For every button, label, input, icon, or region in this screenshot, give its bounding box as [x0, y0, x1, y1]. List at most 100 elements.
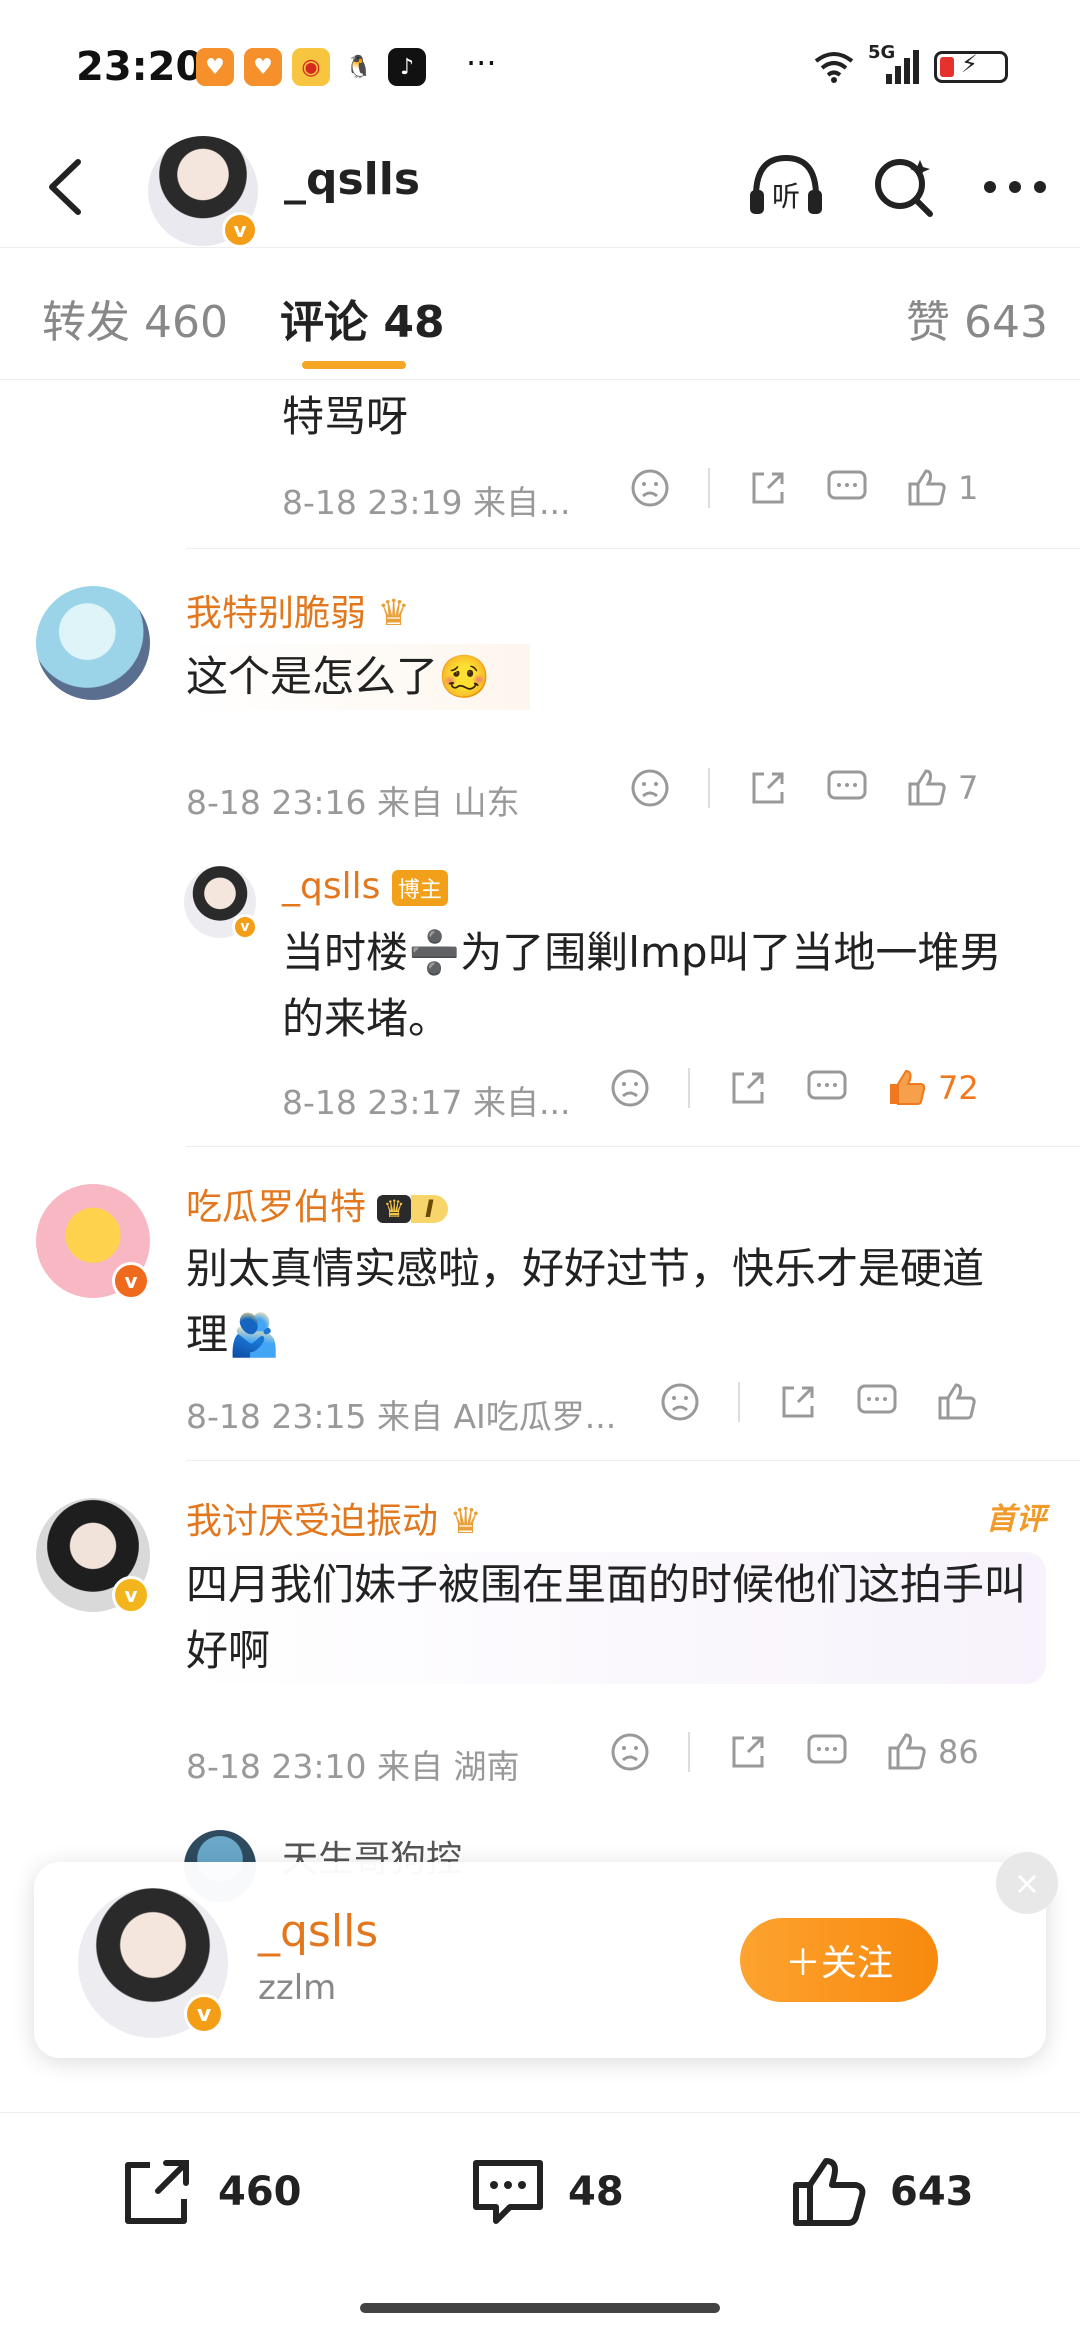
reply-item: 当时楼➗为了围剿lmp叫了当地一堆男的来堵。 8-18 23:17 来自... …: [0, 920, 1080, 1140]
share-icon: [732, 1072, 764, 1104]
search-icon[interactable]: [870, 154, 936, 220]
repost-button[interactable]: [778, 1382, 818, 1422]
follow-card-name[interactable]: _qslls: [258, 1906, 378, 1957]
heart-app-icon: ♥: [244, 48, 282, 86]
back-icon[interactable]: [38, 152, 98, 222]
crown-icon: ♛: [449, 1501, 482, 1542]
thumbs-up-icon: [908, 769, 946, 806]
verified-badge-icon: v: [184, 1994, 224, 2034]
follow-button[interactable]: ＋关注: [740, 1918, 938, 2002]
comment-text: 特骂呀: [282, 392, 409, 441]
comment-icon: [807, 1734, 847, 1764]
share-icon: [752, 772, 784, 804]
verified-badge-icon: v: [112, 1576, 150, 1614]
thumbs-up-icon: [888, 1733, 926, 1770]
reply-meta: 8-18 23:17 来自...: [282, 1083, 571, 1122]
sad-face-icon: [631, 769, 669, 807]
thumbs-up-icon: [793, 2158, 866, 2226]
commenter-avatar[interactable]: [36, 586, 150, 700]
system-indicators: 5G ⚡: [814, 42, 1008, 86]
bottom-repost-button[interactable]: 460: [118, 2155, 302, 2229]
active-tab-indicator: [302, 361, 406, 369]
share-icon: [782, 1386, 814, 1418]
commenter-name[interactable]: 我特别脆弱 ♛: [186, 584, 410, 636]
dislike-button[interactable]: [610, 1068, 650, 1108]
reply-button[interactable]: [826, 468, 868, 508]
reply-button[interactable]: [806, 1732, 848, 1772]
author-name[interactable]: _qslls: [284, 154, 420, 205]
thumbs-up-icon: [908, 469, 946, 506]
like-button[interactable]: 1: [906, 468, 978, 508]
wifi-icon: [814, 52, 854, 83]
bottom-comment-button[interactable]: 48: [468, 2155, 624, 2229]
repost-button[interactable]: [728, 1732, 768, 1772]
follow-card: v _qslls zzlm ＋关注 ×: [34, 1852, 1058, 2058]
listen-icon[interactable]: 听: [746, 152, 826, 222]
more-notifications-icon: ···: [466, 44, 497, 82]
comment-icon: [827, 770, 867, 800]
status-bar: 23:20 ♥ ♥ ◉ 🐧 ♪ ··· 5G ⚡: [0, 0, 1080, 130]
commenter-name[interactable]: 我讨厌受迫振动 ♛: [186, 1492, 482, 1544]
qq-icon: 🐧: [340, 48, 378, 86]
commenter-name[interactable]: 吃瓜罗伯特 ♛ I: [186, 1178, 448, 1230]
tab-likes[interactable]: 赞 643: [906, 286, 1048, 350]
comment-icon: [827, 470, 867, 500]
repost-button[interactable]: [728, 1068, 768, 1108]
reply-button[interactable]: [856, 1382, 898, 1422]
close-icon[interactable]: ×: [996, 1852, 1058, 1914]
repost-button[interactable]: [748, 468, 788, 508]
repost-button[interactable]: [748, 768, 788, 808]
verified-badge-icon: v: [112, 1262, 150, 1300]
comment-item: 我特别脆弱 ♛ 这个是怎么了🥴 8-18 23:16 来自 山东 7 v _qs…: [0, 580, 1080, 940]
dislike-button[interactable]: [660, 1382, 700, 1422]
thumbs-up-filled-icon: [890, 1069, 926, 1105]
tab-bar: 转发 460 评论 48 赞 643: [0, 250, 1080, 380]
home-indicator: [360, 2303, 720, 2313]
comment-text: 别太真情实感啦，好好过节，快乐才是硬道理🫂: [186, 1244, 985, 1359]
reply-button[interactable]: [826, 768, 868, 808]
status-time: 23:20: [76, 44, 204, 90]
comment-meta: 8-18 23:15 来自 AI吃瓜罗...: [186, 1397, 617, 1436]
like-button[interactable]: 7: [906, 768, 978, 808]
page-header: v _qslls 听: [0, 130, 1080, 248]
sad-face-icon: [661, 1383, 699, 1421]
dislike-button[interactable]: [630, 468, 670, 508]
comment-icon: [473, 2160, 543, 2224]
tab-comments[interactable]: 评论 48: [280, 286, 445, 350]
bottom-like-button[interactable]: 643: [790, 2155, 974, 2229]
verified-badge-icon: v: [222, 212, 258, 248]
bottom-action-bar: 460 48 643: [0, 2112, 1080, 2337]
tiktok-icon: ♪: [388, 48, 426, 86]
like-button-active[interactable]: 72: [886, 1068, 979, 1108]
like-button[interactable]: 86: [886, 1732, 979, 1772]
share-icon: [125, 2160, 189, 2224]
signal-icon: 5G: [868, 42, 920, 86]
reply-text: 当时楼➗为了围剿lmp叫了当地一堆男的来堵。: [282, 928, 1002, 1043]
more-icon[interactable]: [980, 172, 1050, 202]
comment-item: 特骂呀 8-18 23:19 来自... 1: [0, 380, 1080, 550]
tab-reposts[interactable]: 转发 460: [42, 286, 228, 350]
comment-icon: [807, 1070, 847, 1100]
comment-text: 这个是怎么了🥴: [186, 644, 531, 710]
comment-meta: 8-18 23:16 来自 山东: [186, 783, 520, 822]
comment-meta: 8-18 23:19 来自...: [282, 483, 571, 522]
comment-item: v 我讨厌受迫振动 ♛ 首评 四月我们妹子被围在里面的时候他们这拍手叫好啊 8-…: [0, 1490, 1080, 1902]
crown-icon: ♛: [377, 1195, 411, 1223]
comment-meta: 8-18 23:10 来自 湖南: [186, 1747, 520, 1786]
like-button[interactable]: [936, 1382, 988, 1422]
reply-button[interactable]: [806, 1068, 848, 1108]
follow-card-subtitle: zzlm: [258, 1968, 337, 2008]
first-comment-tag: 首评: [986, 1502, 1046, 1537]
dislike-button[interactable]: [630, 768, 670, 808]
share-icon: [752, 472, 784, 504]
sad-face-icon: [631, 469, 669, 507]
thumbs-up-icon: [938, 1383, 976, 1420]
level-badge: I: [410, 1195, 448, 1223]
comment-item: v 吃瓜罗伯特 ♛ I 别太真情实感啦，好好过节，快乐才是硬道理🫂 8-18 23…: [0, 1176, 1080, 1456]
dislike-button[interactable]: [610, 1732, 650, 1772]
share-icon: [732, 1736, 764, 1768]
reply-name[interactable]: _qslls 博主: [282, 866, 448, 907]
author-badge: 博主: [391, 870, 448, 906]
svg-text:听: 听: [772, 180, 800, 213]
comment-text: 四月我们妹子被围在里面的时候他们这拍手叫好啊: [186, 1552, 1046, 1684]
